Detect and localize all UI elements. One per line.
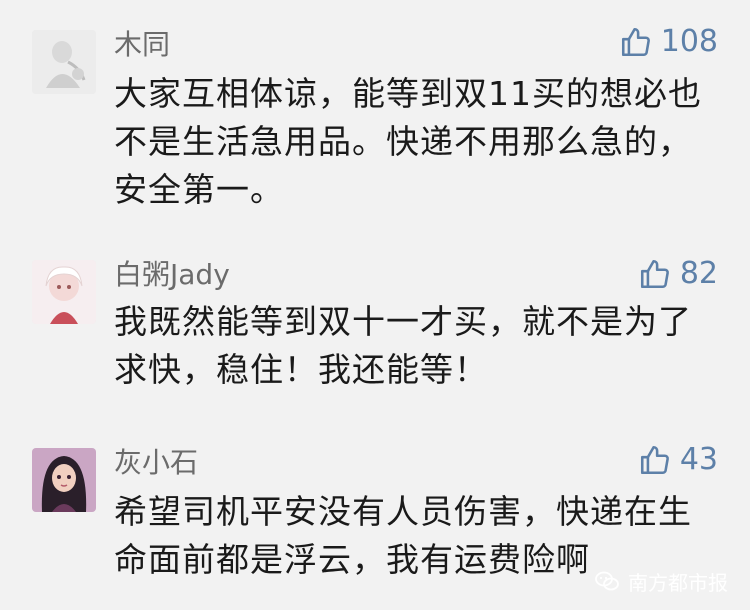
wechat-icon xyxy=(592,566,622,596)
thumbs-up-icon xyxy=(621,27,650,57)
comment-text: 大家互相体谅，能等到双11买的想必也不是生活急用品。快递不用那么急的，安全第一。 xyxy=(114,74,702,209)
avatar[interactable] xyxy=(32,448,96,512)
avatar[interactable] xyxy=(32,260,96,324)
like-count: 43 xyxy=(679,442,718,477)
username[interactable]: 白粥Jady xyxy=(114,258,230,292)
like-count: 108 xyxy=(660,24,718,59)
avatar[interactable] xyxy=(32,30,96,94)
thumbs-up-icon xyxy=(640,259,669,289)
thumbs-up-icon xyxy=(640,445,669,475)
username[interactable]: 灰小石 xyxy=(114,446,198,480)
like-button[interactable]: 43 xyxy=(638,440,718,480)
watermark-label: 南方都市报 xyxy=(628,570,728,595)
like-button[interactable]: 82 xyxy=(638,254,718,294)
like-button[interactable]: 108 xyxy=(619,22,718,62)
comment-text: 我既然能等到双十一才买，就不是为了求快，稳住！我还能等！ xyxy=(114,302,692,389)
username[interactable]: 木同 xyxy=(114,28,170,62)
watermark: 南方都市报 xyxy=(592,566,728,596)
like-count: 82 xyxy=(679,256,718,291)
